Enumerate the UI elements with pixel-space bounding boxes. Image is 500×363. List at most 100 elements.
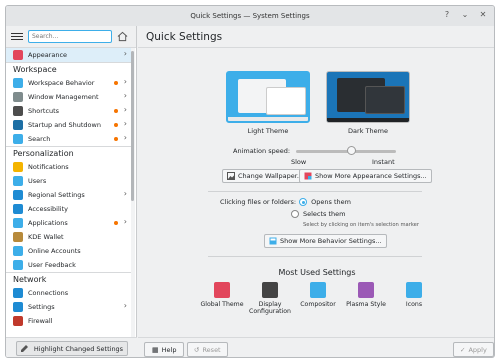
sidebar-item[interactable]: Firewall — [6, 314, 131, 328]
highlight-changed-settings-button[interactable]: Highlight Changed Settings — [15, 341, 128, 356]
most-used-item[interactable]: Plasma Style — [342, 282, 390, 315]
users-icon — [13, 176, 23, 186]
page-title: Quick Settings — [138, 26, 494, 48]
chevron-right-icon: › — [123, 133, 127, 142]
sidebar-item[interactable]: Online Accounts — [6, 244, 131, 258]
animation-speed-row: Animation speed: — [233, 145, 397, 155]
sidebar-footer: Highlight Changed Settings — [6, 337, 137, 357]
slider-handle[interactable] — [346, 145, 356, 155]
window-icon — [13, 92, 23, 102]
most-used-item[interactable]: Icons — [390, 282, 438, 315]
close-icon[interactable]: ✕ — [478, 10, 488, 19]
sidebar-item[interactable]: Regional Settings › — [6, 188, 131, 202]
search-input[interactable] — [28, 30, 112, 43]
sidebar-item[interactable]: User Feedback — [6, 258, 131, 272]
most-used-item[interactable]: Compositor — [294, 282, 342, 315]
most-used-item[interactable]: Global Theme — [198, 282, 246, 315]
sidebar: Appearance›WorkspaceWorkspace Behavior›W… — [6, 26, 137, 357]
sidebar-item[interactable]: Startup and Shutdown › — [6, 118, 131, 132]
sidebar-item-label: Regional Settings — [28, 191, 85, 199]
highlighter-icon — [20, 345, 28, 352]
sidebar-item[interactable]: KDE Wallet — [6, 230, 131, 244]
chevron-right-icon: › — [123, 49, 127, 58]
sidebar-toolbar — [6, 26, 136, 48]
sidebar-item-label: KDE Wallet — [28, 233, 64, 241]
system-settings-window: Quick Settings — System Settings ? ⌄ ✕ A… — [5, 5, 495, 358]
sidebar-item[interactable]: Connections — [6, 286, 131, 300]
selects-them-radio[interactable] — [291, 210, 299, 218]
sidebar-item-label: Startup and Shutdown — [28, 121, 101, 129]
changed-indicator-dot — [114, 109, 118, 113]
appearance-settings-icon — [304, 172, 312, 180]
sidebar-item-label: User Feedback — [28, 261, 76, 269]
changed-indicator-dot — [114, 81, 118, 85]
most-used-item[interactable]: Display Configuration — [246, 282, 294, 315]
search-icon — [13, 134, 23, 144]
sidebar-section-header: Network — [6, 272, 131, 286]
sidebar-item-label: Shortcuts — [28, 107, 60, 115]
sidebar-item[interactable]: Notifications — [6, 160, 131, 174]
sidebar-item[interactable]: Workspace Behavior › — [6, 76, 131, 90]
slider-slow-label-row: Slow — [291, 158, 306, 166]
chevron-right-icon: › — [123, 217, 127, 226]
connections-icon — [13, 288, 23, 298]
selects-them-label: Selects them — [303, 210, 346, 218]
sidebar-item-label: Workspace Behavior — [28, 79, 95, 87]
sidebar-item[interactable]: Settings › — [6, 300, 131, 314]
apply-icon: ✓ — [460, 345, 466, 354]
sidebar-item-label: Search — [28, 135, 51, 143]
show-more-behavior-button[interactable]: Show More Behavior Settings... — [264, 234, 387, 248]
animation-speed-slider[interactable] — [296, 145, 397, 155]
sidebar-item-label: Applications — [28, 219, 68, 227]
sidebar-item-label: Connections — [28, 289, 69, 297]
slider-slow-label: Slow — [291, 158, 307, 166]
sidebar-item[interactable]: Search › — [6, 132, 131, 146]
chevron-right-icon: › — [123, 119, 127, 128]
display-icon — [262, 282, 278, 298]
opens-them-label: Opens them — [311, 198, 351, 206]
reset-icon: ↺ — [194, 345, 200, 354]
changed-indicator-dot — [114, 221, 118, 225]
light-theme-thumbnail[interactable]: Light Theme — [226, 71, 310, 135]
show-more-appearance-button[interactable]: Show More Appearance Settings... — [299, 169, 432, 183]
sidebar-scrollbar[interactable] — [131, 48, 135, 337]
sidebar-item[interactable]: Shortcuts › — [6, 104, 131, 118]
help-button-icon: ▦ — [152, 345, 159, 354]
opens-them-radio[interactable] — [299, 198, 308, 206]
help-icon[interactable]: ? — [442, 10, 452, 19]
changed-indicator-dot — [114, 123, 118, 127]
title-bar: Quick Settings — System Settings ? ⌄ ✕ — [6, 6, 494, 26]
dark-theme-thumbnail[interactable]: Dark Theme — [326, 71, 410, 135]
sidebar-item[interactable]: Users — [6, 174, 131, 188]
help-label: Help — [161, 345, 177, 354]
keyboard-icon — [13, 106, 23, 116]
feedback-icon — [13, 260, 23, 270]
regional-icon — [13, 190, 23, 200]
firewall-icon — [13, 316, 23, 326]
apply-label: Apply — [468, 345, 487, 354]
sidebar-item[interactable]: Appearance › — [6, 48, 131, 62]
show-more-appearance-label: Show More Appearance Settings... — [315, 172, 427, 180]
sidebar-section-header: Personalization — [6, 146, 131, 160]
most-used-label: Global Theme — [200, 301, 244, 308]
theme-previews: Light Theme Dark Theme — [226, 71, 410, 135]
accounts-icon — [13, 246, 23, 256]
sidebar-item[interactable]: Window Management › — [6, 90, 131, 104]
compositor-icon — [310, 282, 326, 298]
home-icon[interactable] — [117, 31, 128, 42]
minimize-icon[interactable]: ⌄ — [460, 10, 470, 19]
hamburger-menu-icon[interactable] — [11, 31, 23, 43]
reset-button[interactable]: ↺ Reset — [187, 342, 228, 357]
startup-icon — [13, 120, 23, 130]
sidebar-item[interactable]: Applications › — [6, 216, 131, 230]
accessibility-icon — [13, 204, 23, 214]
change-wallpaper-label: Change Wallpaper... — [238, 172, 304, 180]
help-button[interactable]: ▦ Help — [144, 342, 185, 357]
apply-button[interactable]: ✓ Apply — [453, 342, 494, 357]
sidebar-item[interactable]: Accessibility — [6, 202, 131, 216]
sidebar-item-label: Appearance — [28, 51, 68, 59]
change-wallpaper-button[interactable]: Change Wallpaper... — [222, 169, 309, 183]
most-used-title: Most Used Settings — [278, 268, 356, 277]
dark-theme-label: Dark Theme — [348, 127, 388, 135]
sidebar-item-label: Accessibility — [28, 205, 68, 213]
